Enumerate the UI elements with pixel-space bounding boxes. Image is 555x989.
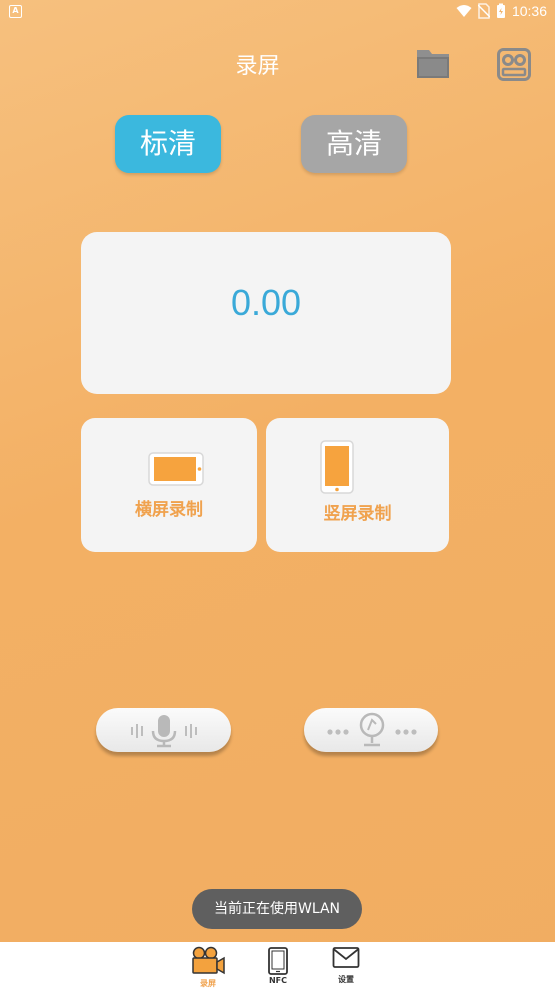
system-audio-toggle[interactable] [304, 708, 438, 752]
sd-quality-button[interactable]: 标清 [115, 115, 221, 173]
camera-icon [192, 946, 225, 975]
status-time: 10:36 [511, 3, 547, 19]
microphone-icon [131, 715, 197, 748]
mail-icon [332, 947, 360, 968]
app-notification-icon: A [9, 5, 22, 18]
system-audio-icon [327, 712, 417, 747]
battery-icon [496, 3, 505, 18]
mic-audio-toggle[interactable] [96, 708, 231, 752]
status-bar: A 10:36 [0, 0, 555, 26]
tape-recorder-icon[interactable] [497, 48, 531, 81]
portrait-record-label: 竖屏录制 [323, 504, 392, 524]
nav-label-record: 录屏 [200, 979, 216, 988]
wifi-icon [456, 5, 472, 17]
no-sim-icon [477, 3, 490, 19]
bottom-nav: 录屏 NFC 设置 [0, 942, 555, 989]
landscape-record-label: 横屏录制 [135, 500, 203, 520]
wlan-toast: 当前正在使用WLAN [192, 889, 362, 929]
nav-label-nfc: NFC [268, 976, 288, 985]
nav-item-record[interactable]: 录屏 [186, 946, 230, 989]
hd-quality-button[interactable]: 高清 [301, 115, 407, 173]
nav-item-nfc[interactable]: NFC [256, 946, 300, 985]
status-icons: 10:36 [456, 3, 547, 19]
folder-icon[interactable] [415, 46, 451, 80]
landscape-record-button[interactable]: 横屏录制 [81, 418, 257, 552]
timer-card: 0.00 [81, 232, 451, 394]
nav-item-settings[interactable]: 设置 [324, 946, 368, 985]
portrait-record-button[interactable]: 竖屏录制 [266, 418, 449, 552]
phone-icon [268, 947, 288, 975]
timer-value: 0.00 [230, 282, 302, 323]
landscape-phone-icon [148, 452, 204, 486]
portrait-phone-icon [320, 440, 354, 494]
nav-label-settings: 设置 [338, 975, 354, 984]
